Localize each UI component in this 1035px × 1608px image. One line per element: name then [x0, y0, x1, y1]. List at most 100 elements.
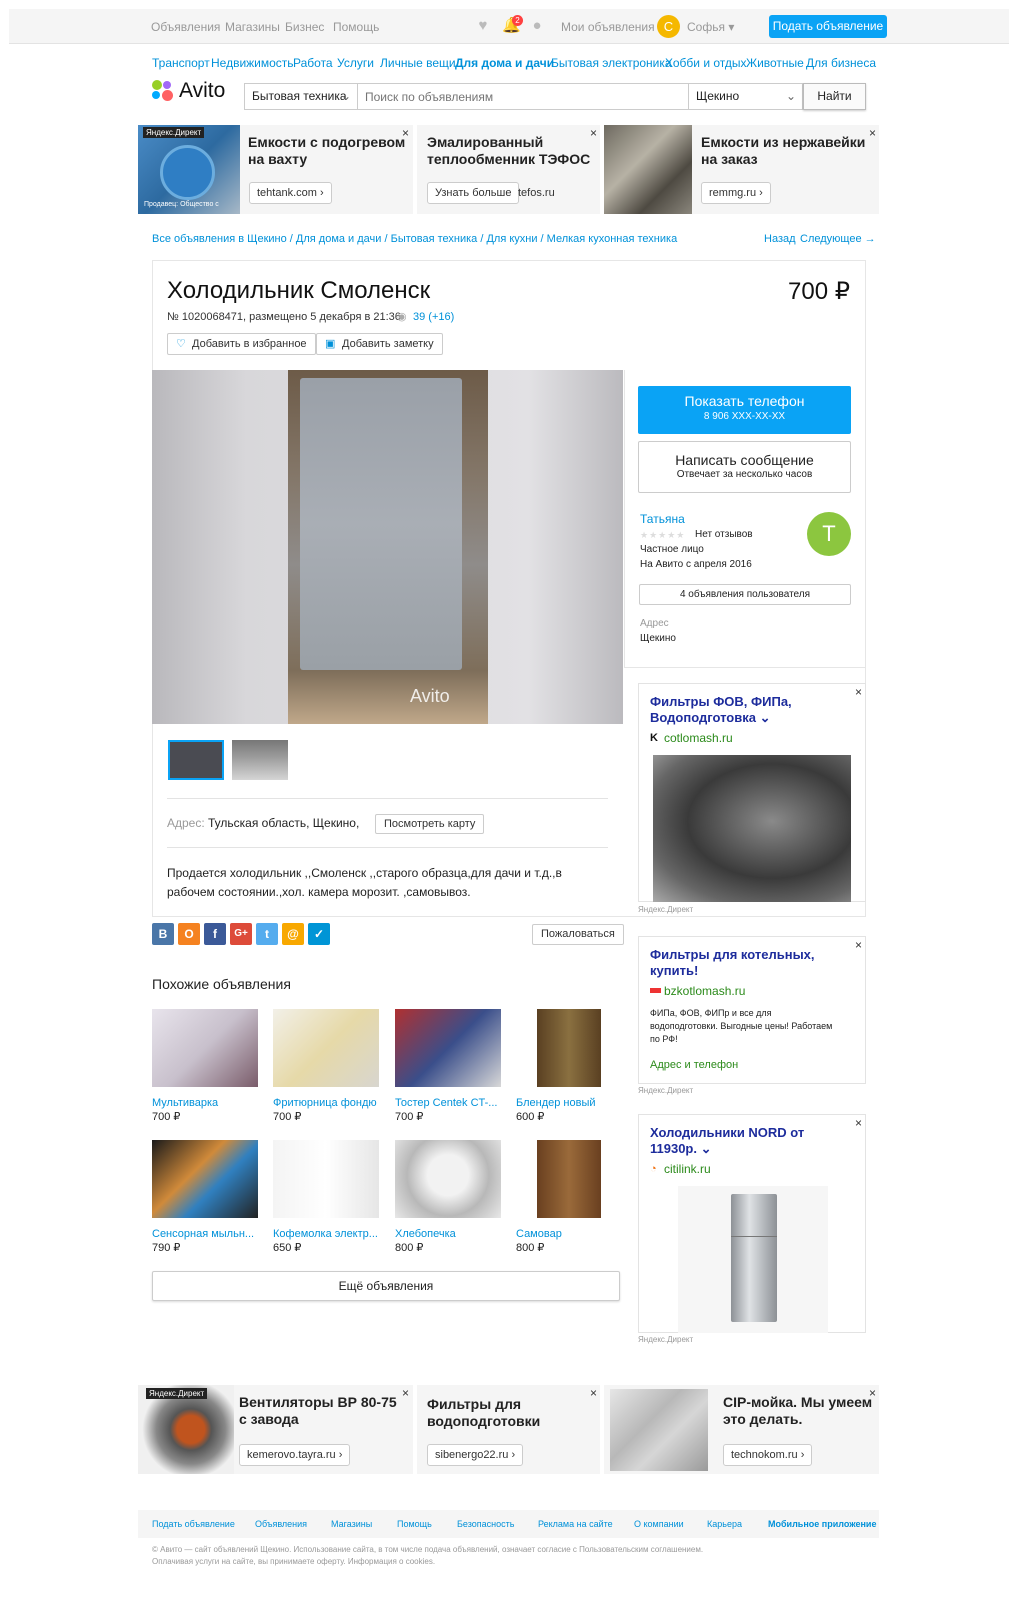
footer-link[interactable]: Помощь [397, 1519, 432, 1529]
ad-domain[interactable]: cotlomash.ru [664, 731, 733, 745]
ad-link-button[interactable]: Узнать больше [427, 182, 520, 204]
vk-share-icon[interactable]: В [152, 923, 174, 945]
close-icon[interactable]: × [590, 1387, 597, 1399]
ad-title[interactable]: Фильтры для водоподготовки [427, 1396, 597, 1430]
livejournal-share-icon[interactable]: ✓ [308, 923, 330, 945]
category-hobby[interactable]: Хобби и отдых [665, 56, 747, 70]
top-ad-1[interactable]: Яндекс.Директ Продавец: Общество с Емкос… [138, 125, 413, 214]
add-note-button[interactable]: ▣ Добавить заметку [316, 333, 443, 355]
topbar-link-help[interactable]: Помощь [333, 20, 379, 34]
post-ad-button[interactable]: Подать объявление [769, 15, 887, 38]
similar-item[interactable]: Мультиварка 700 ₽ [152, 1009, 258, 1124]
ad-link-button[interactable]: remmg.ru › [701, 182, 771, 204]
seller-name[interactable]: Татьяна [640, 512, 685, 526]
similar-item[interactable]: Самовар 800 ₽ [516, 1140, 622, 1255]
seller-avatar[interactable]: Т [807, 512, 851, 556]
similar-item-title[interactable]: Хлебопечка [395, 1227, 501, 1241]
similar-item[interactable]: Кофемолка электр... 650 ₽ [273, 1140, 379, 1255]
similar-item-image[interactable] [273, 1009, 379, 1087]
close-icon[interactable]: × [869, 1387, 876, 1399]
close-icon[interactable]: × [869, 127, 876, 139]
close-icon[interactable]: × [855, 939, 862, 951]
avito-logo-icon[interactable] [152, 80, 176, 104]
category-realty[interactable]: Недвижимость [211, 56, 294, 70]
ad-title[interactable]: Фильтры ФОВ, ФИПа, Водоподготовка ⌄ [650, 694, 830, 726]
similar-item[interactable]: Хлебопечка 800 ₽ [395, 1140, 501, 1255]
city-select[interactable]: Щекино ⌄ [688, 83, 803, 110]
ad-link-button[interactable]: sibenergo22.ru › [427, 1444, 524, 1466]
similar-item-title[interactable]: Мультиварка [152, 1096, 258, 1110]
ad-link-button[interactable]: tehtank.com › [249, 182, 332, 204]
close-icon[interactable]: × [402, 1387, 409, 1399]
search-input[interactable] [357, 83, 689, 110]
bottom-ad-2[interactable]: Фильтры для водоподготовки sibenergo22.r… [417, 1385, 600, 1474]
ad-title[interactable]: CIP-мойка. Мы умеем это делать. [723, 1394, 873, 1428]
ad-title[interactable]: Емкости с подогревом на вахту [248, 134, 408, 168]
ad-domain[interactable]: bzkotlomash.ru [664, 984, 745, 998]
right-ad-3[interactable]: Холодильники NORD от 11930р. ⌄ ◔ citilin… [638, 1114, 866, 1333]
top-ad-2[interactable]: Эмалированный теплообменник ТЭФОС Узнать… [417, 125, 600, 214]
avito-logo-text[interactable]: Avito [179, 79, 225, 103]
similar-item-image[interactable] [273, 1140, 379, 1218]
complain-button[interactable]: Пожаловаться [532, 924, 624, 945]
category-jobs[interactable]: Работа [293, 56, 333, 70]
ad-title[interactable]: Эмалированный теплообменник ТЭФОС [427, 134, 597, 168]
similar-item-title[interactable]: Фритюрница фондю [273, 1096, 379, 1110]
ad-link-button[interactable]: technokom.ru › [723, 1444, 813, 1466]
send-message-button[interactable]: Написать сообщение Отвечает за несколько… [638, 441, 851, 493]
similar-item[interactable]: Сенсорная мыльн... 790 ₽ [152, 1140, 258, 1255]
similar-item[interactable]: Тостер Centek CT-... 700 ₽ [395, 1009, 501, 1124]
similar-item-image[interactable] [395, 1140, 501, 1218]
more-ads-button[interactable]: Ещё объявления [152, 1271, 620, 1301]
similar-item-title[interactable]: Блендер новый [516, 1096, 622, 1110]
topbar-link-ads[interactable]: Объявления [151, 20, 220, 34]
right-ad-1[interactable]: Фильтры ФОВ, ФИПа, Водоподготовка ⌄ K co… [638, 683, 866, 902]
ad-title[interactable]: Емкости из нержавейки на заказ [701, 134, 871, 168]
similar-item-title[interactable]: Сенсорная мыльн... [152, 1227, 258, 1241]
similar-item-image[interactable] [152, 1009, 258, 1087]
next-link[interactable]: Следующее → [800, 233, 876, 245]
similar-item-image[interactable] [516, 1009, 622, 1087]
similar-item-title[interactable]: Кофемолка электр... [273, 1227, 379, 1241]
similar-item-title[interactable]: Самовар [516, 1227, 622, 1241]
right-ad-2[interactable]: Фильтры для котельных, купить! bzkotloma… [638, 936, 866, 1084]
similar-item-title[interactable]: Тостер Centek CT-... [395, 1096, 501, 1110]
item-photo[interactable]: Avito [152, 370, 623, 724]
user-menu[interactable]: Софья ▾ [687, 20, 734, 34]
search-category-select[interactable]: Бытовая техника ⌄ [244, 83, 358, 110]
back-link[interactable]: Назад [764, 233, 796, 245]
chat-icon[interactable]: ● [529, 18, 545, 33]
ad-image[interactable] [653, 755, 851, 902]
bottom-ad-1[interactable]: Яндекс.Директ Вентиляторы ВР 80-75 с зав… [138, 1385, 413, 1474]
ad-title[interactable]: Вентиляторы ВР 80-75 с завода [239, 1394, 404, 1428]
similar-item[interactable]: Блендер новый 600 ₽ [516, 1009, 622, 1124]
footer-link[interactable]: Подать объявление [152, 1519, 235, 1529]
ad-contact-link[interactable]: Адрес и телефон [650, 1059, 738, 1071]
search-button[interactable]: Найти [803, 83, 866, 110]
mailru-share-icon[interactable]: @ [282, 923, 304, 945]
category-personal[interactable]: Личные вещи [380, 56, 456, 70]
similar-item-image[interactable] [395, 1009, 501, 1087]
show-phone-button[interactable]: Показать телефон 8 906 XXX-XX-XX [638, 386, 851, 434]
add-favorite-button[interactable]: ♡ Добавить в избранное [167, 333, 316, 355]
user-avatar[interactable]: С [657, 15, 680, 38]
heart-icon[interactable]: ♥ [475, 18, 491, 33]
close-icon[interactable]: × [402, 127, 409, 139]
footer-link[interactable]: Карьера [707, 1519, 742, 1529]
topbar-link-shops[interactable]: Магазины [225, 20, 280, 34]
close-icon[interactable]: × [855, 686, 862, 698]
close-icon[interactable]: × [590, 127, 597, 139]
ad-link-button[interactable]: kemerovo.tayra.ru › [239, 1444, 351, 1466]
topbar-link-business[interactable]: Бизнес [285, 20, 324, 34]
similar-item[interactable]: Фритюрница фондю 700 ₽ [273, 1009, 379, 1124]
ok-share-icon[interactable]: О [178, 923, 200, 945]
top-ad-3[interactable]: Емкости из нержавейки на заказ remmg.ru … [604, 125, 879, 214]
show-map-button[interactable]: Посмотреть карту [375, 814, 485, 834]
close-icon[interactable]: × [855, 1117, 862, 1129]
footer-link[interactable]: О компании [634, 1519, 684, 1529]
thumbnail-1[interactable] [168, 740, 224, 780]
category-home[interactable]: Для дома и дачи [455, 56, 554, 70]
breadcrumb[interactable]: Все объявления в Щекино / Для дома и дач… [152, 233, 677, 245]
ad-domain[interactable]: tefos.ru [518, 187, 555, 199]
footer-link[interactable]: Реклама на сайте [538, 1519, 613, 1529]
